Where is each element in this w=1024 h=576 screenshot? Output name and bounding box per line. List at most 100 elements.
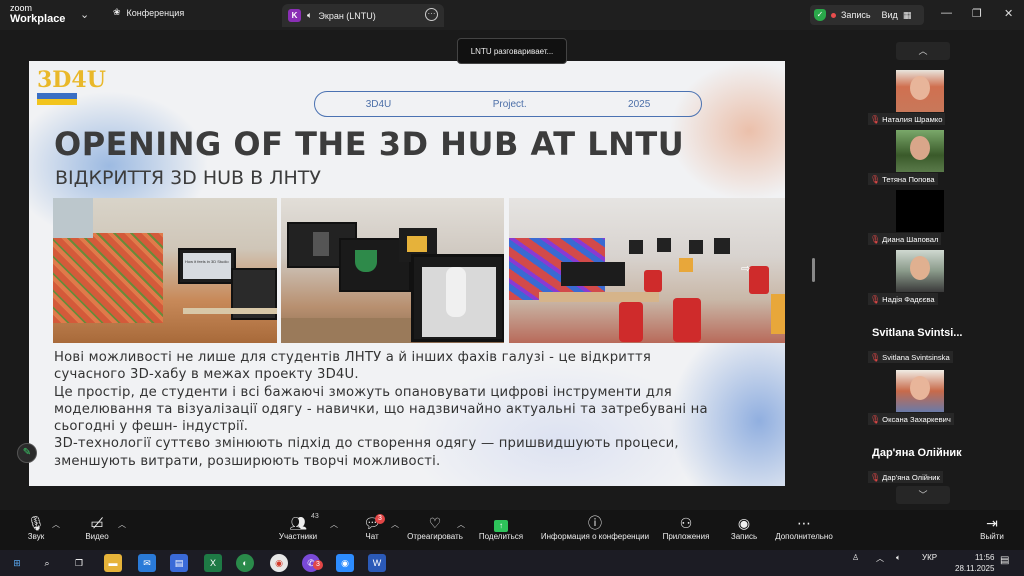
participant-tile[interactable]: 🎙︎ Оксана Захаркевич [862,370,982,426]
people-icon[interactable]: ♙ [852,553,859,562]
meeting-info-button[interactable]: ⓘ Информация о конференции [538,514,652,541]
participant-name-tag: 🎙︎ Дар'яна Олійник [868,471,943,483]
monitor [629,240,643,254]
speaker-icon: 🔈︎ [307,10,313,20]
task-view-icon[interactable]: ❐ [70,554,88,572]
notifications-icon[interactable]: ▤ [1000,555,1009,566]
scroll-up-icon[interactable]: ︿ [896,42,950,60]
recording-status[interactable]: ✓ Запись Вид ▦ [810,5,924,25]
windows-taskbar: ⊞ ⌕ ❐ ▬ ✉ ▤ X ◐ ◉ ✆ 3 ◉ W ♙ ︿ 🔈︎ УКР 11:… [0,550,1024,576]
tab-screen-share[interactable]: K 🔈︎ Экран (LNTU) ··· [282,4,444,27]
participant-display-name: Дар'яна Олійник [872,447,962,459]
participant-tile[interactable]: 🎙︎ Диана Шаповал [862,190,982,246]
body-line: Це простір, де студенти і всі бажаючі зм… [54,384,672,400]
windows-start-icon[interactable]: ⊞ [8,554,26,572]
clock-time: 11:56 [975,553,995,562]
participant-video [896,70,944,112]
slide-body: Нові можливості не лише для студентів ЛН… [54,349,754,470]
speaker-icon[interactable]: 🔈︎ [896,553,901,563]
panel-splitter[interactable] [812,258,815,282]
video-button[interactable]: ▭̸ Видео [82,514,112,541]
apps-button[interactable]: ⚇ Приложения [660,514,712,541]
participant-tile[interactable]: 🎙︎ Тетяна Попова [862,130,982,186]
participant-tile[interactable]: 🎙︎ Наталия Шрамко [862,70,982,126]
leave-icon: ⇥ [986,515,998,531]
leave-button[interactable]: ⇥ Выйти [978,514,1006,541]
body-line: моделювання та візуалізації одягу - нави… [54,401,708,417]
participants-options-icon[interactable]: ︿ [330,519,338,530]
pill-item: Project. [492,98,527,110]
tab-screen-label: Экран (LNTU) [318,10,376,21]
laptop [561,262,625,286]
share-button[interactable]: ↑ Поделиться [478,514,524,541]
participant-name-tag: 🎙︎ Svitlana Svintsinska [868,351,953,363]
mail-icon[interactable]: ✉ [138,554,156,572]
word-icon[interactable]: W [368,554,386,572]
chat-options-icon[interactable]: ︿ [391,519,399,530]
3d-avatar [446,267,466,317]
excel-icon[interactable]: X [204,554,222,572]
app-icon[interactable]: ◐ [236,554,254,572]
chevron-down-icon[interactable]: ⌄ [80,8,89,21]
zoom-window: zoom Workplace ⌄ ❀ Конференция K 🔈︎ Экра… [0,0,1024,576]
presentation-slide: 3D4U 3D4U Project. 2025 OPENING OF THE 3… [29,61,785,486]
minimize-icon[interactable]: — [941,7,952,19]
scroll-down-icon[interactable]: ﹀ [896,486,950,504]
participant-tile[interactable]: 🎙︎ Надія Фадєєва [862,250,982,306]
audio-options-icon[interactable]: ︿ [52,519,60,530]
tab-avatar: K [288,9,301,22]
record-button[interactable]: ◉ Запись [728,514,760,541]
body-line: 3D-технології суттєво змінюють підхід до… [54,436,679,452]
audio-button[interactable]: 🎙︎ Звук [22,514,50,541]
body-line: Нові можливості не лише для студентів ЛН… [54,350,651,365]
conference-button[interactable]: ❀ Конференция [113,7,184,18]
participant-name-tag: 🎙︎ Оксана Захаркевич [868,413,954,425]
logo-flag-icon [37,91,97,108]
restore-icon[interactable]: ❐ [972,7,982,20]
garment-model [355,250,377,272]
meeting-toolbar: 🎙︎ Звук ︿ ▭̸ Видео ︿ 👥︎ Участники 43 ︿ 💬… [0,510,1024,550]
project-pill: 3D4U Project. 2025 [314,91,702,117]
zoom-icon[interactable]: ◉ [336,554,354,572]
chat-label: Чат [365,532,379,541]
monitor-caption: How it feels in 3D Studio [183,253,231,279]
mic-off-icon: 🎙︎ [870,472,881,482]
more-options-icon[interactable]: ··· [425,8,438,21]
react-options-icon[interactable]: ︿ [457,519,465,530]
3d4u-logo: 3D4U [37,69,106,125]
avatar-viewport [422,267,496,337]
react-label: Отреагировать [407,532,463,541]
participants-strip: ︿ 🎙︎ Наталия Шрамко 🎙︎ Тетяна Попова 🎙︎ [862,30,982,510]
clock[interactable]: 11:56 28.11.2025 [955,552,994,574]
view-button[interactable]: Вид [882,10,898,20]
mic-off-icon: 🎙︎ [27,515,45,531]
flag-icon [37,93,77,105]
participant-name-tag: 🎙︎ Наталия Шрамко [868,113,946,125]
desk [281,318,411,343]
grid-icon[interactable]: ▦ [903,10,912,21]
participant-tile[interactable]: Svitlana Svintsi... 🎙︎ Svitlana Svintsin… [862,308,982,364]
apps-icon: ⚇ [679,515,693,531]
language-indicator[interactable]: УКР [922,553,937,562]
participant-tile[interactable]: Дар'яна Олійник 🎙︎ Дар'яна Олійник [862,428,982,484]
video-options-icon[interactable]: ︿ [118,519,126,530]
store-icon[interactable]: ▤ [170,554,188,572]
participants-label: Участники [278,532,318,541]
red-chair [749,266,769,294]
arrow-right-icon: ⇨ [741,263,751,275]
body-line: зменшують витрати, розширюють творчі мож… [54,453,441,469]
tray-chevron-icon[interactable]: ︿ [876,553,884,564]
chrome-icon[interactable]: ◉ [270,554,288,572]
red-chair [673,298,701,342]
monitor [411,254,504,342]
zoom-workplace-logo: zoom Workplace [10,3,65,25]
search-icon[interactable]: ⌕ [38,554,56,572]
slide-decor-blob [669,61,785,201]
logo-line2: Workplace [10,13,66,25]
more-button[interactable]: ⋯ Дополнительно [772,514,836,541]
annotate-pencil-icon[interactable]: ✎ [17,443,37,463]
monitor-content [313,232,329,256]
react-button[interactable]: ♡ Отреагировать [406,514,464,541]
file-explorer-icon[interactable]: ▬ [104,554,122,572]
close-icon[interactable]: ✕ [1004,7,1013,20]
